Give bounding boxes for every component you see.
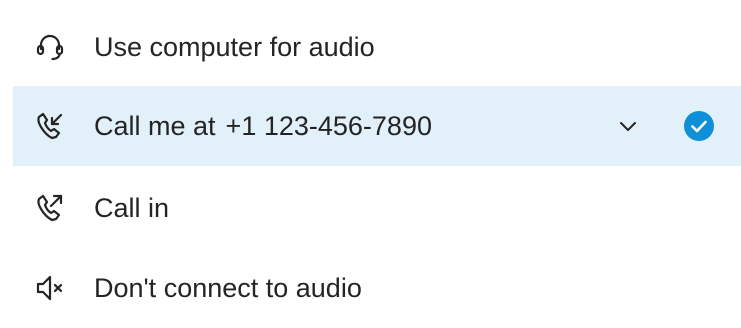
speaker-mute-icon [34,272,66,304]
option-call-me[interactable]: Call me at +1 123-456-7890 [13,86,741,166]
option-label: Don't connect to audio [94,273,362,303]
phone-outgoing-icon [34,192,66,224]
option-dont-connect-audio[interactable]: Don't connect to audio [13,248,741,328]
option-label: Call me at +1 123-456-7890 [94,86,432,166]
option-call-in[interactable]: Call in [13,168,741,248]
headset-icon [34,31,66,63]
option-label: Call in [94,193,170,223]
phone-incoming-icon [34,110,66,142]
option-label: Use computer for audio [94,32,375,62]
chevron-down-icon[interactable] [615,113,641,139]
checkmark-circle-icon [684,111,714,141]
phone-number: +1 123-456-7890 [225,111,432,141]
option-use-computer-audio[interactable]: Use computer for audio [13,7,741,87]
audio-options-menu: Use computer for audio Call me at +1 123-… [0,0,741,320]
call-me-label: Call me at [94,111,216,141]
